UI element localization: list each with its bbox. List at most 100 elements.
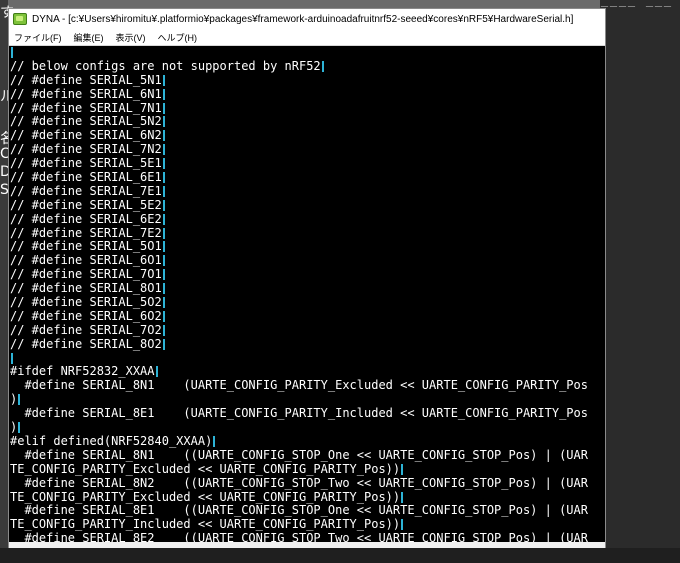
code-line-text: // #define SERIAL_7N1 [10, 100, 162, 115]
eol-marker-icon [18, 422, 21, 434]
code-line: // below configs are not supported by nR… [10, 58, 605, 74]
eol-marker-icon [401, 491, 404, 503]
code-line-text: // #define SERIAL_5E1 [10, 156, 162, 171]
title-bar[interactable]: DYNA - [c:¥Users¥hiromitu¥.platformio¥pa… [9, 9, 605, 29]
menu-help[interactable]: ヘルプ(H) [153, 31, 205, 44]
code-line: #elif defined(NRF52840_XXAA) [10, 434, 605, 449]
code-line: // #define SERIAL_6O2 [10, 308, 605, 324]
code-line-text: // #define SERIAL_8O2 [10, 336, 162, 351]
window-title: DYNA - [c:¥Users¥hiromitu¥.platformio¥pa… [32, 13, 574, 25]
code-line-text: #define SERIAL_8E2 ((UARTE_CONFIG_STOP_T… [10, 531, 588, 542]
code-line-text: // #define SERIAL_6O2 [10, 308, 162, 323]
code-line: // #define SERIAL_7N2 [10, 142, 605, 157]
eol-marker-icon [162, 338, 165, 350]
code-line: #define SERIAL_8N1 (UARTE_CONFIG_PARITY_… [10, 378, 605, 393]
desktop-right-area: ーーーー ーーー [600, 0, 680, 563]
text-editor-area[interactable]: // below configs are not supported by nR… [9, 46, 605, 542]
eol-marker-icon [11, 352, 13, 364]
code-line: ) [10, 392, 605, 407]
desktop-right-text: ーーーー ーーー [600, 3, 673, 13]
code-line-text: ) [10, 392, 18, 407]
code-line: #define SERIAL_8N2 ((UARTE_CONFIG_STOP_T… [10, 475, 605, 491]
eol-marker-icon [321, 60, 324, 72]
eol-marker-icon [162, 158, 165, 170]
code-line [10, 352, 605, 366]
eol-marker-icon [162, 130, 165, 142]
editor-window: DYNA - [c:¥Users¥hiromitu¥.platformio¥pa… [8, 8, 606, 548]
code-line-text: // #define SERIAL_7E1 [10, 183, 162, 198]
eol-marker-icon [18, 394, 21, 406]
code-line: TE_CONFIG_PARITY_Included << UARTE_CONFI… [10, 517, 605, 532]
code-line [10, 46, 605, 60]
code-line: // #define SERIAL_6N2 [10, 128, 605, 143]
taskbar [0, 548, 680, 563]
code-content: // below configs are not supported by nR… [9, 46, 605, 542]
code-line: #ifdef NRF52832_XXAA [10, 365, 605, 379]
code-line-text: #define SERIAL_8N2 ((UARTE_CONFIG_STOP_T… [10, 475, 588, 490]
code-line-text: #define SERIAL_8N1 ((UARTE_CONFIG_STOP_O… [10, 447, 588, 462]
status-bar [9, 542, 605, 548]
menu-edit[interactable]: 編集(E) [69, 31, 111, 44]
code-line-text: #define SERIAL_8E1 (UARTE_CONFIG_PARITY_… [10, 406, 588, 421]
eol-marker-icon [162, 172, 165, 184]
eol-marker-icon [162, 227, 165, 239]
code-line: // #define SERIAL_5N1 [10, 73, 605, 88]
code-line-text: // #define SERIAL_6N2 [10, 128, 162, 143]
code-line-text: // #define SERIAL_7O2 [10, 322, 162, 337]
code-line-text: // #define SERIAL_7E2 [10, 225, 162, 240]
eol-marker-icon [155, 366, 158, 378]
code-line-text: TE_CONFIG_PARITY_Excluded << UARTE_CONFI… [10, 461, 401, 476]
code-line-text: // #define SERIAL_5E2 [10, 197, 162, 212]
code-line: // #define SERIAL_8O2 [10, 336, 605, 352]
code-line: // #define SERIAL_5O2 [10, 295, 605, 310]
menu-bar: ファイル(F) 編集(E) 表示(V) ヘルプ(H) [9, 29, 605, 46]
code-line: // #define SERIAL_5N2 [10, 115, 605, 129]
code-line-text: // #define SERIAL_5N2 [10, 114, 162, 129]
code-line-text: TE_CONFIG_PARITY_Included << UARTE_CONFI… [10, 517, 401, 532]
code-line: #define SERIAL_8E1 (UARTE_CONFIG_PARITY_… [10, 406, 605, 421]
menu-view[interactable]: 表示(V) [111, 31, 153, 44]
code-line: // #define SERIAL_7O1 [10, 267, 605, 282]
eol-marker-icon [162, 88, 165, 100]
code-line: // #define SERIAL_5E2 [10, 197, 605, 213]
code-line: // #define SERIAL_7O2 [10, 322, 605, 338]
code-line: // #define SERIAL_7E1 [10, 183, 605, 199]
code-line-text: ) [10, 420, 18, 435]
code-line-text: // #define SERIAL_6E1 [10, 170, 162, 185]
code-line: TE_CONFIG_PARITY_Excluded << UARTE_CONFI… [10, 461, 605, 477]
desktop-left-strip: す ル 名 C D S [0, 0, 14, 563]
code-line: // #define SERIAL_6N1 [10, 86, 605, 102]
eol-marker-icon [162, 255, 165, 267]
eol-marker-icon [162, 199, 165, 211]
eol-marker-icon [162, 241, 165, 253]
code-line: // #define SERIAL_6E2 [10, 211, 605, 227]
code-line: // #define SERIAL_7N1 [10, 100, 605, 116]
code-line-text: // below configs are not supported by nR… [10, 58, 321, 73]
code-line-text: #define SERIAL_8E1 ((UARTE_CONFIG_STOP_O… [10, 503, 588, 518]
dyna-app-icon[interactable] [13, 13, 27, 25]
code-line-text: #ifdef NRF52832_XXAA [10, 364, 155, 379]
code-line-text: // #define SERIAL_7N2 [10, 142, 162, 157]
menu-file[interactable]: ファイル(F) [9, 31, 69, 44]
code-line-text: // #define SERIAL_6N1 [10, 86, 162, 101]
eol-marker-icon [11, 47, 13, 58]
code-line-text: // #define SERIAL_6O1 [10, 253, 162, 268]
eol-marker-icon [162, 74, 165, 86]
code-line: #define SERIAL_8E2 ((UARTE_CONFIG_STOP_T… [10, 531, 605, 542]
code-line-text: TE_CONFIG_PARITY_Excluded << UARTE_CONFI… [10, 489, 401, 504]
eol-marker-icon [162, 213, 165, 225]
eol-marker-icon [162, 297, 165, 309]
eol-marker-icon [162, 269, 165, 281]
eol-marker-icon [162, 144, 165, 156]
code-line: // #define SERIAL_5E1 [10, 156, 605, 171]
eol-marker-icon [162, 283, 165, 295]
eol-marker-icon [213, 435, 216, 447]
code-line: ) [10, 420, 605, 435]
code-line-text: // #define SERIAL_6E2 [10, 211, 162, 226]
eol-marker-icon [401, 519, 404, 531]
code-line: // #define SERIAL_7E2 [10, 225, 605, 241]
code-line-text: #define SERIAL_8N1 (UARTE_CONFIG_PARITY_… [10, 378, 588, 393]
code-line-text: // #define SERIAL_7O1 [10, 267, 162, 282]
eol-marker-icon [162, 185, 165, 197]
eol-marker-icon [162, 102, 165, 114]
